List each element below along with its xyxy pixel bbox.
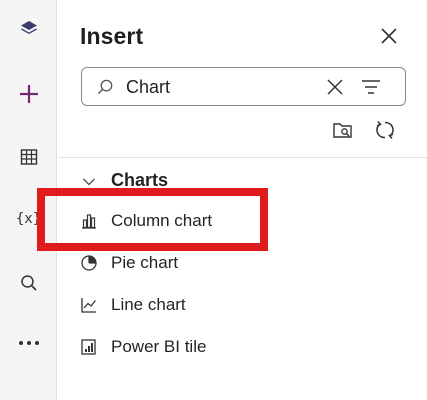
refresh-button[interactable] — [373, 120, 397, 144]
rail-insert-button[interactable] — [0, 72, 57, 116]
rail-data-button[interactable] — [0, 135, 57, 179]
more-icon — [18, 340, 40, 346]
rail-more-button[interactable] — [0, 321, 57, 365]
close-button[interactable] — [377, 26, 401, 50]
clear-search-button[interactable] — [326, 78, 344, 101]
refresh-icon — [374, 119, 396, 146]
search-input[interactable] — [126, 75, 316, 99]
divider — [58, 157, 427, 158]
power-bi-icon — [79, 337, 99, 357]
list-item-power-bi-tile[interactable]: Power BI tile — [58, 327, 427, 367]
panel-title: Insert — [80, 23, 144, 49]
pie-chart-icon — [79, 253, 99, 273]
item-label: Line chart — [111, 295, 186, 314]
close-icon — [380, 27, 398, 50]
plus-icon — [17, 82, 41, 106]
list-item-line-chart[interactable]: Line chart — [58, 285, 427, 325]
search-box — [81, 67, 406, 106]
search-icon — [19, 273, 39, 293]
folder-search-icon — [332, 120, 354, 145]
table-icon — [19, 147, 39, 167]
highlight-box — [37, 188, 268, 251]
filter-icon — [362, 80, 380, 94]
layers-icon — [19, 19, 39, 39]
filter-button[interactable] — [361, 79, 381, 100]
rail-search-button[interactable] — [0, 261, 57, 305]
app: {x} Insert Chart Charts Column chart Pie… — [0, 0, 427, 400]
rail-tree-view-button[interactable] — [0, 7, 57, 51]
search-icon — [96, 78, 115, 102]
item-label: Power BI tile — [111, 337, 207, 356]
item-label: Pie chart — [111, 253, 179, 272]
line-chart-icon — [79, 295, 99, 315]
open-folder-button[interactable] — [331, 120, 355, 144]
clear-icon — [327, 79, 343, 95]
